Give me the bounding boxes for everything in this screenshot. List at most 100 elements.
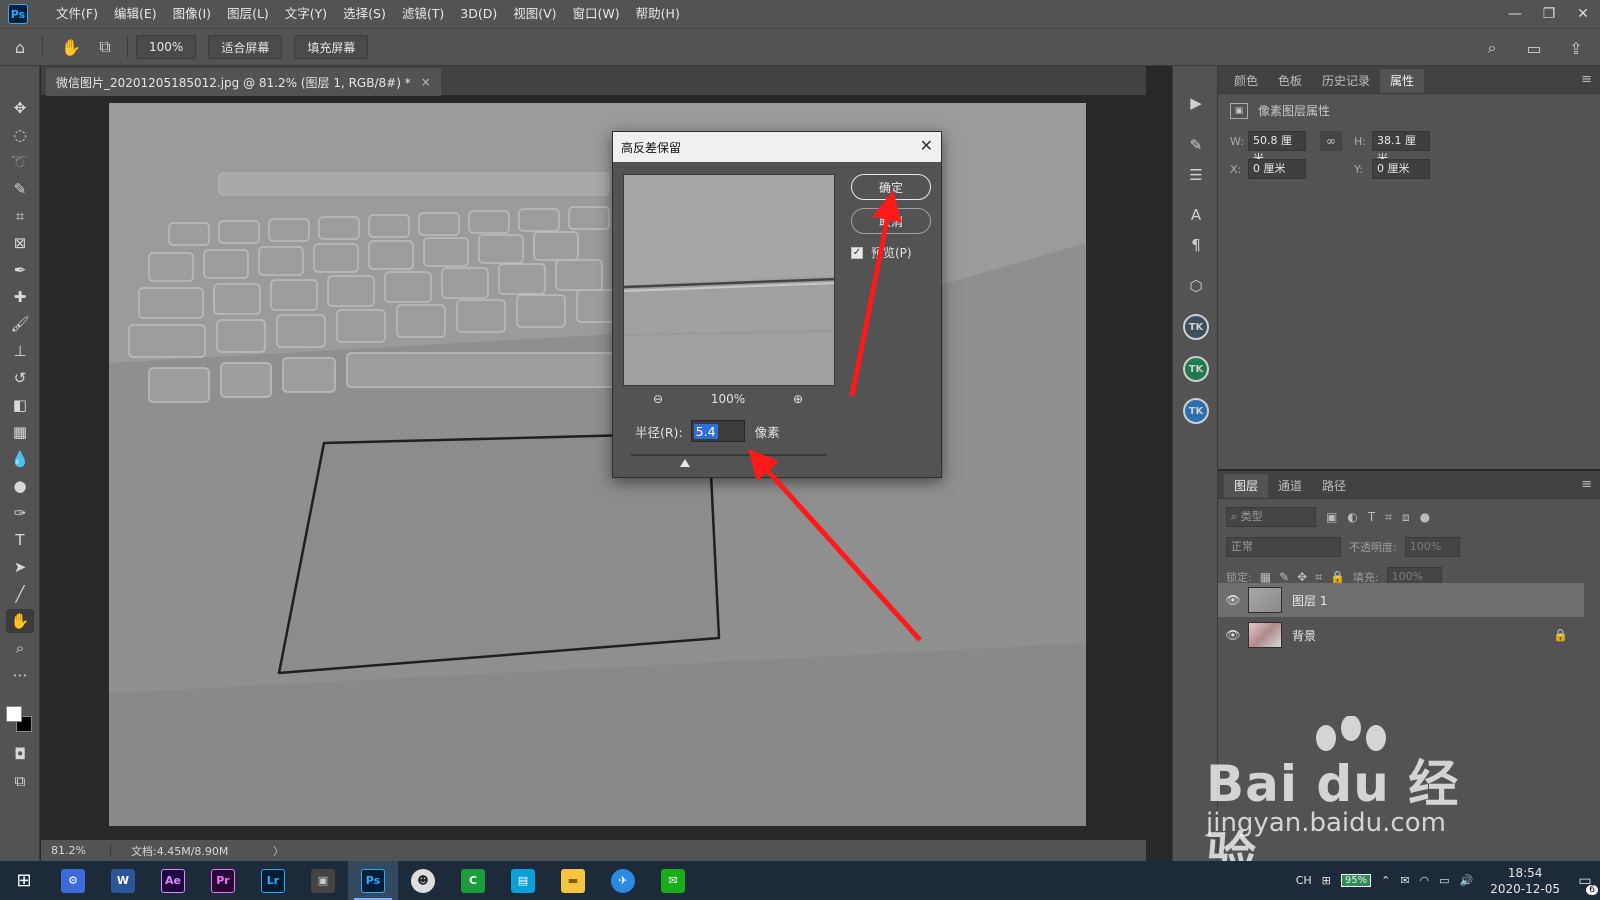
dialog-close-icon[interactable]: ✕ xyxy=(920,136,933,155)
line-tool-icon[interactable]: ╱ xyxy=(6,582,34,606)
brush-tool-icon[interactable]: 🖌 xyxy=(6,312,34,336)
taskbar-app-pr[interactable]: Pr xyxy=(198,861,248,900)
frame-tool-icon[interactable]: ⊠ xyxy=(6,231,34,255)
panel-menu-icon[interactable]: ≡ xyxy=(1581,72,1592,87)
tab-layers[interactable]: 图层 xyxy=(1224,474,1269,498)
radius-input[interactable]: 5.4 xyxy=(690,420,745,442)
taskbar-app-explorer[interactable]: ▬ xyxy=(548,861,598,900)
canvas-area[interactable] xyxy=(41,96,1146,840)
opacity-field[interactable]: 100% xyxy=(1404,537,1460,557)
close-window-icon[interactable]: ✕ xyxy=(1566,0,1600,28)
path-select-tool-icon[interactable]: ➤ xyxy=(6,555,34,579)
search-icon[interactable]: ⌕ xyxy=(1478,34,1506,62)
hand-tool-icon[interactable]: ✋ xyxy=(6,609,34,633)
home-icon[interactable]: ⌂ xyxy=(6,33,34,61)
layer-row[interactable]: 👁 图层 1 xyxy=(1218,583,1584,617)
zoom-out-icon[interactable]: ⊖ xyxy=(653,392,663,406)
tab-swatches[interactable]: 色板 xyxy=(1268,69,1312,93)
menu-select[interactable]: 选择(S) xyxy=(335,0,394,28)
x-field[interactable]: 0 厘米 xyxy=(1248,159,1306,179)
hand-tool-preset-icon[interactable]: ✋ xyxy=(57,33,85,61)
type-tool-icon[interactable]: T xyxy=(6,528,34,552)
filter-preview[interactable] xyxy=(623,174,835,386)
taskbar-app-ae[interactable]: Ae xyxy=(148,861,198,900)
restore-icon[interactable]: ❐ xyxy=(1532,0,1566,28)
tray-expand-icon[interactable]: ⌃ xyxy=(1381,874,1390,887)
crop-tool-icon[interactable]: ⌗ xyxy=(6,204,34,228)
tab-history[interactable]: 历史记录 xyxy=(1312,69,1380,93)
taskbar-app-feather[interactable]: ✈ xyxy=(598,861,648,900)
taskbar-app-generic[interactable]: ⚙ xyxy=(48,861,98,900)
clock[interactable]: 18:54 2020-12-05 xyxy=(1490,865,1560,897)
eyedropper-tool-icon[interactable]: ✒ xyxy=(6,258,34,282)
taskbar-app-camtasia[interactable]: C xyxy=(448,861,498,900)
menu-edit[interactable]: 编辑(E) xyxy=(106,0,165,28)
layer-row[interactable]: 👁 背景 🔒 xyxy=(1218,618,1584,652)
eraser-tool-icon[interactable]: ◧ xyxy=(6,393,34,417)
power-icon[interactable]: ▭ xyxy=(1439,874,1449,887)
scroll-all-windows-icon[interactable]: ⧉ xyxy=(91,33,119,61)
menu-layer[interactable]: 图层(L) xyxy=(219,0,277,28)
paragraph-icon[interactable]: ¶ xyxy=(1182,232,1210,258)
filter-adjustment-icon[interactable]: ◐ xyxy=(1347,510,1357,524)
tab-color[interactable]: 颜色 xyxy=(1224,69,1268,93)
character-icon[interactable]: A xyxy=(1182,202,1210,228)
filter-smart-object-icon[interactable]: ⧈ xyxy=(1402,510,1410,525)
ok-button[interactable]: 确定 xyxy=(851,174,931,200)
lock-all-icon[interactable]: 🔒 xyxy=(1330,570,1345,584)
wechat-tray-icon[interactable]: ✉ xyxy=(1400,874,1409,887)
zoom-100-button[interactable]: 100% xyxy=(136,35,197,59)
workspace-icon[interactable]: ▭ xyxy=(1520,34,1548,62)
menu-image[interactable]: 图像(I) xyxy=(165,0,219,28)
zoom-in-icon[interactable]: ⊕ xyxy=(793,392,803,406)
ime-grid-icon[interactable]: ⊞ xyxy=(1322,874,1331,887)
brush-settings-icon[interactable]: ✎ xyxy=(1182,132,1210,158)
3d-cube-icon[interactable]: ⬡ xyxy=(1182,273,1210,299)
tk-plugin-green-icon[interactable]: TK xyxy=(1182,356,1210,382)
panel-menu-icon[interactable]: ≡ xyxy=(1581,477,1592,492)
share-icon[interactable]: ⇪ xyxy=(1562,34,1590,62)
blur-tool-icon[interactable]: 💧 xyxy=(6,447,34,471)
tk-plugin-blue-icon[interactable]: TK xyxy=(1182,398,1210,424)
screen-mode-icon[interactable]: ⧉ xyxy=(6,769,34,793)
minimize-icon[interactable]: — xyxy=(1498,0,1532,28)
taskbar-app-store[interactable]: ▤ xyxy=(498,861,548,900)
document-tab[interactable]: 微信图片_20201205185012.jpg @ 81.2% (图层 1, R… xyxy=(46,68,441,96)
dodge-tool-icon[interactable]: ● xyxy=(6,474,34,498)
lock-position-icon[interactable]: ✥ xyxy=(1297,570,1307,584)
lock-transparent-icon[interactable]: ▦ xyxy=(1260,570,1271,584)
status-zoom[interactable]: 81.2% xyxy=(41,844,111,857)
y-field[interactable]: 0 厘米 xyxy=(1372,159,1430,179)
pen-tool-icon[interactable]: ✑ xyxy=(6,501,34,525)
radius-slider-track[interactable] xyxy=(631,454,827,456)
taskbar-app-word[interactable]: W xyxy=(98,861,148,900)
ime-indicator[interactable]: CH xyxy=(1296,874,1312,887)
foreground-color-swatch[interactable] xyxy=(6,706,22,722)
radius-value[interactable]: 5.4 xyxy=(693,423,718,439)
marquee-tool-icon[interactable]: ◌ xyxy=(6,123,34,147)
play-icon[interactable]: ▶ xyxy=(1182,90,1210,116)
checkmark-icon[interactable]: ✓ xyxy=(851,246,863,259)
visibility-eye-icon[interactable]: 👁 xyxy=(1218,628,1248,642)
width-field[interactable]: 50.8 厘米 xyxy=(1248,131,1306,165)
tk-plugin-icon[interactable]: TK xyxy=(1182,314,1210,340)
height-field[interactable]: 38.1 厘米 xyxy=(1372,131,1430,165)
visibility-eye-icon[interactable]: 👁 xyxy=(1218,593,1248,607)
status-menu-arrow[interactable]: 〉 xyxy=(273,843,284,859)
menu-window[interactable]: 窗口(W) xyxy=(565,0,628,28)
tab-paths[interactable]: 路径 xyxy=(1312,474,1356,498)
radius-slider-thumb[interactable] xyxy=(680,459,690,467)
fit-screen-button[interactable]: 适合屏幕 xyxy=(208,35,283,59)
taskbar-app-ps[interactable]: Ps xyxy=(348,861,398,900)
windows-start-icon[interactable]: ⊞ xyxy=(0,861,48,900)
preview-checkbox[interactable]: ✓ 预览(P) xyxy=(851,244,912,261)
menu-file[interactable]: 文件(F) xyxy=(48,0,106,28)
zoom-tool-icon[interactable]: ⌕ xyxy=(6,636,34,660)
menu-help[interactable]: 帮助(H) xyxy=(628,0,688,28)
filter-toggle-icon[interactable]: ● xyxy=(1420,510,1430,524)
adjustments-icon[interactable]: ☰ xyxy=(1182,162,1210,188)
filter-type-icon[interactable]: T xyxy=(1368,510,1375,524)
taskbar-app-wechat[interactable]: ✉ xyxy=(648,861,698,900)
gradient-tool-icon[interactable]: ▦ xyxy=(6,420,34,444)
menu-3d[interactable]: 3D(D) xyxy=(452,0,505,28)
